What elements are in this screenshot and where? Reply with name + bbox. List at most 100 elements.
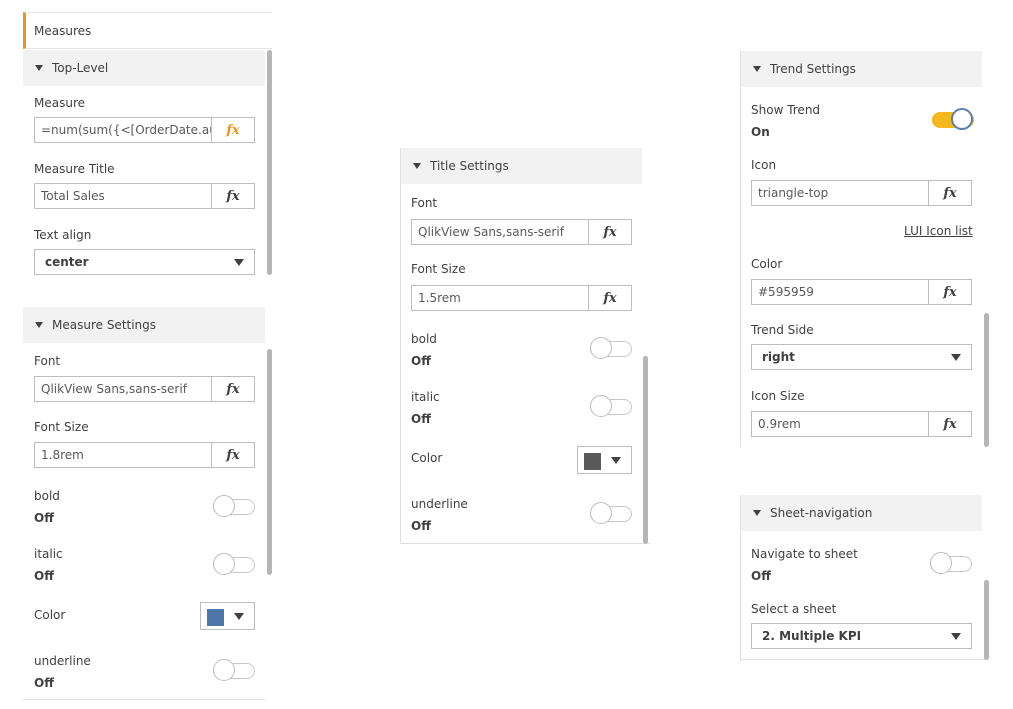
- font-size-value: 1.5rem: [418, 291, 461, 305]
- panel-bottom-divider: [23, 699, 265, 700]
- measure-label: Measure: [34, 96, 85, 110]
- trend-color-field[interactable]: #595959 fx: [751, 279, 972, 305]
- collapse-triangle-icon: [413, 163, 421, 169]
- select-sheet-dropdown[interactable]: 2. Multiple KPI: [751, 623, 972, 649]
- underline-label: underline: [411, 497, 468, 511]
- trend-settings-header-label: Trend Settings: [770, 62, 856, 76]
- underline-toggle[interactable]: [590, 502, 632, 524]
- fx-expression-icon[interactable]: fx: [211, 118, 254, 142]
- trend-settings-scrollbar[interactable]: [984, 313, 989, 447]
- measure-title-field[interactable]: Total Sales fx: [34, 183, 255, 209]
- navigate-to-sheet-label: Navigate to sheet: [751, 547, 858, 561]
- trend-color-value: #595959: [758, 285, 814, 299]
- font-field[interactable]: QlikView Sans,sans-serif fx: [34, 376, 255, 402]
- title-settings-scrollbar[interactable]: [643, 356, 648, 544]
- toggle-knob: [930, 552, 952, 574]
- chevron-down-icon: [951, 633, 961, 640]
- text-align-dropdown[interactable]: center: [34, 249, 255, 275]
- title-settings-header[interactable]: Title Settings: [401, 148, 642, 184]
- trend-settings-panel: Trend Settings Show Trend On Icon triang…: [740, 51, 991, 447]
- navigate-to-sheet-state: Off: [751, 569, 771, 583]
- italic-state: Off: [411, 412, 431, 426]
- measures-scrollbar[interactable]: [267, 50, 272, 275]
- bold-toggle[interactable]: [213, 495, 255, 517]
- color-label: Color: [751, 257, 783, 271]
- measure-settings-scrollbar[interactable]: [267, 349, 272, 575]
- underline-label: underline: [34, 654, 91, 668]
- collapse-triangle-icon: [35, 322, 43, 328]
- fx-expression-icon[interactable]: fx: [928, 412, 971, 436]
- fx-expression-icon[interactable]: fx: [928, 280, 971, 304]
- italic-toggle[interactable]: [590, 395, 632, 417]
- color-picker-button[interactable]: [577, 446, 632, 474]
- show-trend-toggle[interactable]: [932, 108, 974, 130]
- fx-expression-icon[interactable]: fx: [211, 377, 254, 401]
- font-size-label: Font Size: [411, 262, 466, 276]
- measure-expression-text: =num(sum({<[OrderDate.auto: [41, 123, 211, 137]
- font-field[interactable]: QlikView Sans,sans-serif fx: [411, 219, 632, 245]
- title-settings-panel: Title Settings Font QlikView Sans,sans-s…: [400, 148, 651, 544]
- panel-left-border: [400, 148, 401, 544]
- font-label: Font: [411, 196, 438, 210]
- measure-expression-field[interactable]: =num(sum({<[OrderDate.auto fx: [34, 117, 255, 143]
- toggle-knob: [213, 495, 235, 517]
- icon-size-value: 0.9rem: [758, 417, 801, 431]
- collapse-triangle-icon: [35, 65, 43, 71]
- color-label: Color: [411, 451, 443, 465]
- color-label: Color: [34, 608, 66, 622]
- fx-expression-icon[interactable]: fx: [588, 220, 631, 244]
- icon-label: Icon: [751, 158, 777, 172]
- panel-bottom-border: [740, 659, 988, 660]
- navigate-to-sheet-toggle[interactable]: [930, 552, 972, 574]
- bold-label: bold: [411, 332, 437, 346]
- measure-settings-header[interactable]: Measure Settings: [23, 307, 265, 343]
- fx-expression-icon[interactable]: fx: [588, 286, 631, 310]
- trend-side-label: Trend Side: [751, 323, 814, 337]
- top-level-section-header[interactable]: Top-Level: [23, 50, 265, 86]
- measure-settings-panel: Measure Settings Font QlikView Sans,sans…: [23, 307, 273, 702]
- icon-value: triangle-top: [758, 186, 829, 200]
- color-swatch: [207, 609, 224, 626]
- bold-state: Off: [411, 354, 431, 368]
- sheet-navigation-header-label: Sheet-navigation: [770, 506, 873, 520]
- italic-label: italic: [411, 390, 440, 404]
- trend-settings-header[interactable]: Trend Settings: [741, 51, 982, 87]
- italic-label: italic: [34, 547, 63, 561]
- color-picker-button[interactable]: [200, 602, 255, 630]
- top-level-header-label: Top-Level: [52, 61, 109, 75]
- panel-left-border: [740, 51, 741, 447]
- sheet-navigation-scrollbar[interactable]: [984, 580, 989, 660]
- font-size-field[interactable]: 1.8rem fx: [34, 442, 255, 468]
- icon-size-label: Icon Size: [751, 389, 805, 403]
- trend-side-value: right: [762, 350, 795, 364]
- toggle-knob: [590, 502, 612, 524]
- measure-title-label: Measure Title: [34, 162, 115, 176]
- show-trend-label: Show Trend: [751, 103, 821, 117]
- font-size-field[interactable]: 1.5rem fx: [411, 285, 632, 311]
- toggle-knob: [213, 553, 235, 575]
- bold-state: Off: [34, 511, 54, 525]
- chevron-down-icon: [951, 354, 961, 361]
- underline-toggle[interactable]: [213, 659, 255, 681]
- collapse-triangle-icon: [753, 510, 761, 516]
- font-value: QlikView Sans,sans-serif: [41, 382, 187, 396]
- select-sheet-label: Select a sheet: [751, 602, 837, 616]
- italic-toggle[interactable]: [213, 553, 255, 575]
- bold-toggle[interactable]: [590, 337, 632, 359]
- measures-tab[interactable]: Measures: [23, 12, 272, 49]
- icon-field[interactable]: triangle-top fx: [751, 180, 972, 206]
- chevron-down-icon: [234, 613, 244, 620]
- icon-size-field[interactable]: 0.9rem fx: [751, 411, 972, 437]
- fx-expression-icon[interactable]: fx: [211, 443, 254, 467]
- lui-icon-list-link[interactable]: LUI Icon list: [904, 224, 973, 238]
- fx-expression-icon[interactable]: fx: [928, 181, 971, 205]
- fx-expression-icon[interactable]: fx: [211, 184, 254, 208]
- font-size-value: 1.8rem: [41, 448, 84, 462]
- measures-tab-label: Measures: [34, 23, 92, 38]
- trend-side-dropdown[interactable]: right: [751, 344, 972, 370]
- text-align-value: center: [45, 255, 89, 269]
- sheet-navigation-header[interactable]: Sheet-navigation: [741, 495, 982, 531]
- font-size-label: Font Size: [34, 420, 89, 434]
- chevron-down-icon: [234, 259, 244, 266]
- bold-label: bold: [34, 489, 60, 503]
